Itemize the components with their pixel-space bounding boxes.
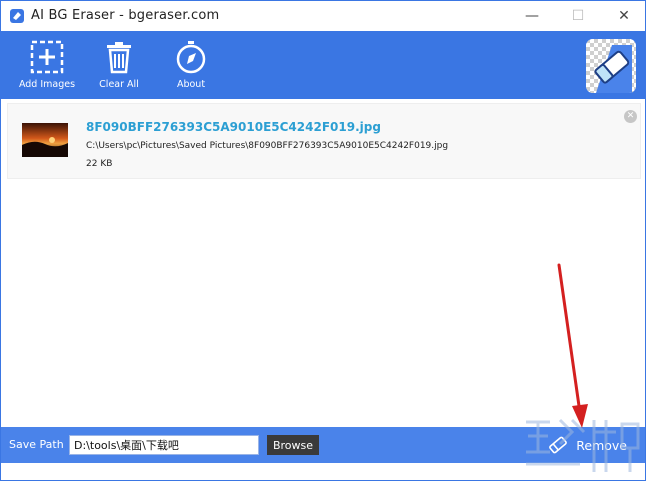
maximize-button[interactable]: ☐	[555, 1, 601, 31]
remove-label: Remove	[576, 437, 627, 453]
save-path-input[interactable]	[69, 435, 259, 455]
toolbar: Add Images Clear All About	[1, 31, 645, 99]
minimize-button[interactable]: —	[509, 1, 555, 31]
minimize-icon: —	[525, 8, 539, 24]
file-name: 8F090BFF276393C5A9010E5C4242F019.jpg	[86, 120, 381, 134]
clear-all-button[interactable]: Clear All	[84, 31, 154, 99]
window-title: AI BG Eraser - bgeraser.com	[31, 8, 220, 23]
browse-button[interactable]: Browse	[267, 435, 319, 455]
close-button[interactable]: ✕	[601, 1, 645, 31]
image-thumbnail	[22, 123, 68, 157]
eraser-icon	[549, 436, 568, 454]
clear-all-label: Clear All	[99, 79, 139, 90]
bottom-bar: Save Path Browse Remove	[1, 427, 645, 463]
save-path-label: Save Path	[9, 438, 64, 451]
file-size: 22 KB	[86, 159, 113, 169]
title-bar: AI BG Eraser - bgeraser.com — ☐ ✕	[1, 1, 645, 31]
remove-file-button[interactable]: ✕	[624, 110, 637, 123]
app-logo-icon	[10, 9, 24, 23]
close-icon: ✕	[618, 8, 630, 24]
trash-icon	[107, 42, 131, 74]
file-path: C:\Users\pc\Pictures\Saved Pictures\8F09…	[86, 141, 449, 151]
eraser-icon	[586, 39, 636, 93]
eraser-logo	[586, 39, 636, 93]
add-image-icon	[30, 40, 64, 74]
file-list: 8F090BFF276393C5A9010E5C4242F019.jpg C:\…	[1, 99, 645, 427]
app-window: AI BG Eraser - bgeraser.com — ☐ ✕ Add Im…	[0, 0, 646, 481]
compass-icon	[176, 41, 206, 74]
remove-button[interactable]: Remove	[531, 429, 643, 461]
maximize-icon: ☐	[571, 8, 585, 24]
add-images-label: Add Images	[18, 79, 76, 90]
about-button[interactable]: About	[156, 31, 226, 99]
list-item[interactable]: 8F090BFF276393C5A9010E5C4242F019.jpg C:\…	[7, 103, 641, 179]
close-icon: ✕	[626, 111, 635, 121]
about-label: About	[176, 79, 206, 90]
add-images-button[interactable]: Add Images	[12, 31, 82, 99]
footer-strip	[1, 463, 645, 480]
